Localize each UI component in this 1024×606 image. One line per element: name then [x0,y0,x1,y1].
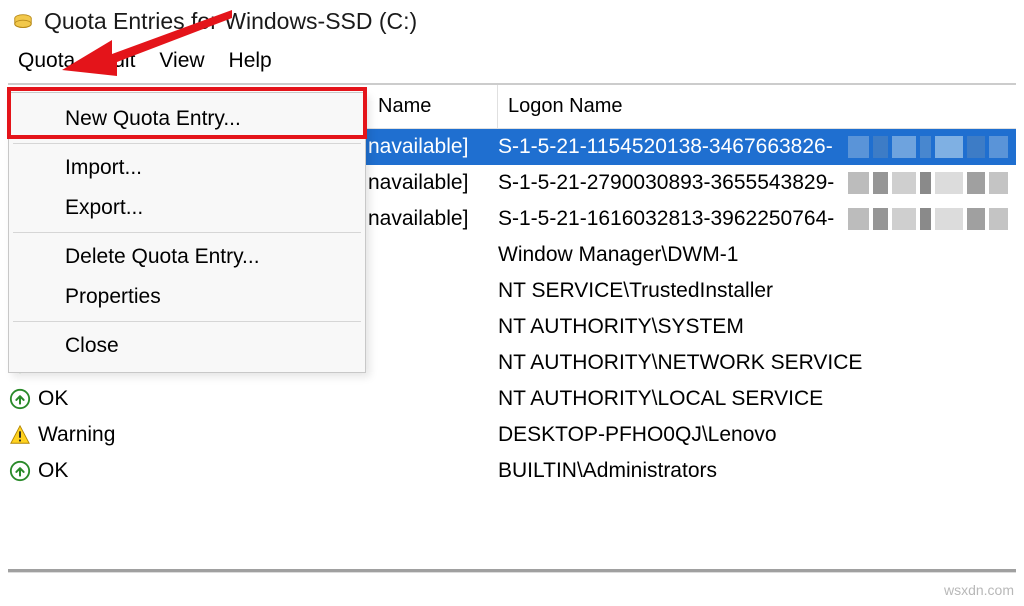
name-cell: navailable] [368,207,468,231]
watermark: wsxdn.com [944,582,1014,598]
menu-help[interactable]: Help [223,45,290,77]
logon-cell: NT SERVICE\TrustedInstaller [498,279,773,303]
logon-cell: S-1-5-21-2790030893-3655543829- [498,171,834,195]
menu-separator [13,232,361,233]
col-name[interactable]: Name [368,85,498,128]
menu-item-export[interactable]: Export... [9,188,365,228]
name-cell: navailable] [368,135,468,159]
ok-icon [8,387,32,411]
status-cell: Warning [38,423,115,447]
logon-cell: S-1-5-21-1154520138-3467663826- [498,135,833,159]
menu-item-import[interactable]: Import... [9,148,365,188]
menu-separator [13,321,361,322]
status-bar-divider [8,569,1016,573]
status-cell: OK [38,387,68,411]
logon-cell: NT AUTHORITY\SYSTEM [498,315,744,339]
logon-cell: Window Manager\DWM-1 [498,243,738,267]
title-bar: Quota Entries for Windows-SSD (C:) [0,0,1024,43]
table-row[interactable]: OK NT AUTHORITY\LOCAL SERVICE [8,381,1016,417]
col-logon[interactable]: Logon Name [498,85,998,128]
logon-cell: S-1-5-21-1616032813-3962250764- [498,207,834,231]
table-row[interactable]: OK BUILTIN\Administrators [8,453,1016,489]
menu-item-new-quota-entry[interactable]: New Quota Entry... [9,99,365,139]
quota-dropdown-menu: New Quota Entry... Import... Export... D… [8,92,366,373]
menu-view[interactable]: View [153,45,222,77]
menu-item-close[interactable]: Close [9,326,365,366]
status-cell: OK [38,459,68,483]
menubar: Quota Edit View Help [0,43,1024,83]
menu-edit[interactable]: Edit [93,45,153,77]
app-icon [12,11,34,33]
menu-quota[interactable]: Quota [12,45,93,77]
warning-icon [8,423,32,447]
logon-cell: NT AUTHORITY\NETWORK SERVICE [498,351,862,375]
window-title: Quota Entries for Windows-SSD (C:) [44,8,417,35]
menu-item-delete-quota-entry[interactable]: Delete Quota Entry... [9,237,365,277]
menu-separator [13,143,361,144]
name-cell: navailable] [368,171,468,195]
menu-item-properties[interactable]: Properties [9,277,365,317]
logon-cell: DESKTOP-PFHO0QJ\Lenovo [498,423,777,447]
table-row[interactable]: Warning DESKTOP-PFHO0QJ\Lenovo [8,417,1016,453]
logon-cell: NT AUTHORITY\LOCAL SERVICE [498,387,823,411]
logon-cell: BUILTIN\Administrators [498,459,717,483]
ok-icon [8,459,32,483]
